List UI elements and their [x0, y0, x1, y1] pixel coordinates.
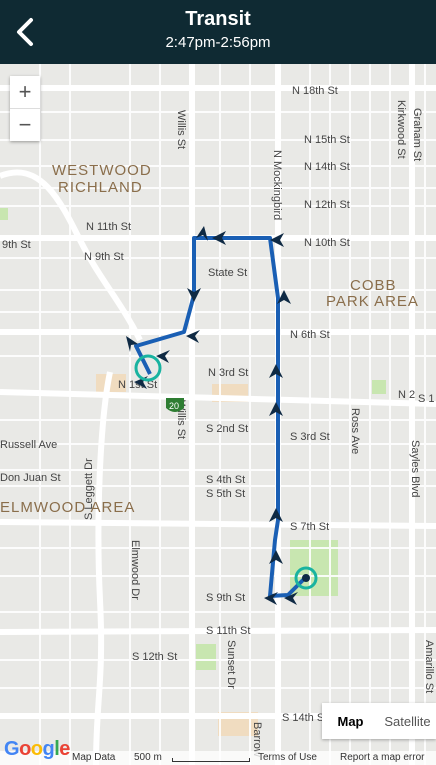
street-label: Elmwood Dr — [129, 540, 141, 600]
highway-shield-icon: 20 — [166, 398, 184, 412]
street-label: Sayles Blvd — [409, 440, 421, 497]
street-label: Sunset Dr — [225, 640, 237, 689]
terms-link[interactable]: Terms of Use — [258, 752, 317, 763]
park — [372, 380, 386, 394]
scale-bar — [172, 758, 250, 762]
map-canvas[interactable]: N 18th St N 15th St N 14th St N 12th St … — [0, 64, 436, 765]
street-label: Don Juan St — [0, 472, 61, 484]
report-error-link[interactable]: Report a map error — [340, 752, 436, 763]
street-label: Ross Ave — [349, 408, 361, 454]
svg-text:20: 20 — [169, 401, 179, 411]
street-label: Amarillo St — [423, 640, 435, 693]
zoom-out-button[interactable]: − — [10, 109, 40, 141]
street-label: N 2 — [398, 389, 415, 401]
street-label: N 10th St — [304, 237, 350, 249]
street-label: State St — [208, 267, 247, 279]
street-label: S 2nd St — [206, 423, 248, 435]
page-title: Transit — [185, 8, 251, 30]
google-logo: Google — [4, 738, 70, 760]
neighborhood-label: PARK AREA — [326, 293, 419, 310]
street-label: S 7th St — [290, 521, 329, 533]
park — [0, 208, 8, 220]
map-data-link[interactable]: Map Data — [72, 752, 115, 763]
street-label: S 11th St — [206, 625, 250, 637]
street-label: S 9th St — [206, 592, 245, 604]
street-label: S 3rd St — [290, 431, 330, 443]
zoom-in-button[interactable]: + — [10, 76, 40, 108]
map-view[interactable]: N 18th St N 15th St N 14th St N 12th St … — [0, 64, 436, 765]
street-label: Kirkwood St — [395, 100, 407, 159]
map-type-toggle: Map Satellite — [322, 703, 436, 739]
neighborhood-label: ELMWOOD AREA — [0, 499, 135, 516]
zoom-control: + − — [10, 76, 40, 141]
street-label: N 11th St — [86, 221, 131, 233]
street-label: 9th St — [2, 239, 31, 251]
time-range: 2:47pm-2:56pm — [165, 34, 271, 51]
neighborhood-label: RICHLAND — [58, 179, 143, 196]
street-label: S 4th St — [206, 474, 245, 486]
street-label: N 6th St — [290, 329, 330, 341]
park — [196, 644, 216, 670]
street-label: Russell Ave — [0, 439, 57, 451]
street-label: S 5th St — [206, 488, 245, 500]
map-type-map-button[interactable]: Map — [322, 703, 379, 739]
street-label: S 12th St — [132, 651, 177, 663]
street-label: Graham St — [411, 108, 423, 161]
map-type-satellite-button[interactable]: Satellite — [379, 703, 436, 739]
neighborhood-label: COBB — [350, 277, 397, 294]
street-label: N 15th St — [304, 134, 350, 146]
app-header: Transit 2:47pm-2:56pm — [0, 0, 436, 64]
street-label: N 3rd St — [208, 367, 248, 379]
street-label: N 12th St — [304, 199, 350, 211]
scale-label: 500 m — [134, 752, 162, 763]
street-label: N Mockingbird — [271, 150, 283, 220]
street-label: S 14th St — [282, 712, 327, 724]
street-label: N 9th St — [84, 251, 124, 263]
street-label: S 1 — [418, 393, 435, 405]
street-label: N 14th St — [304, 161, 350, 173]
street-label: N 18th St — [292, 85, 338, 97]
neighborhood-label: WESTWOOD — [52, 162, 152, 179]
street-label: Willis St — [175, 110, 187, 149]
